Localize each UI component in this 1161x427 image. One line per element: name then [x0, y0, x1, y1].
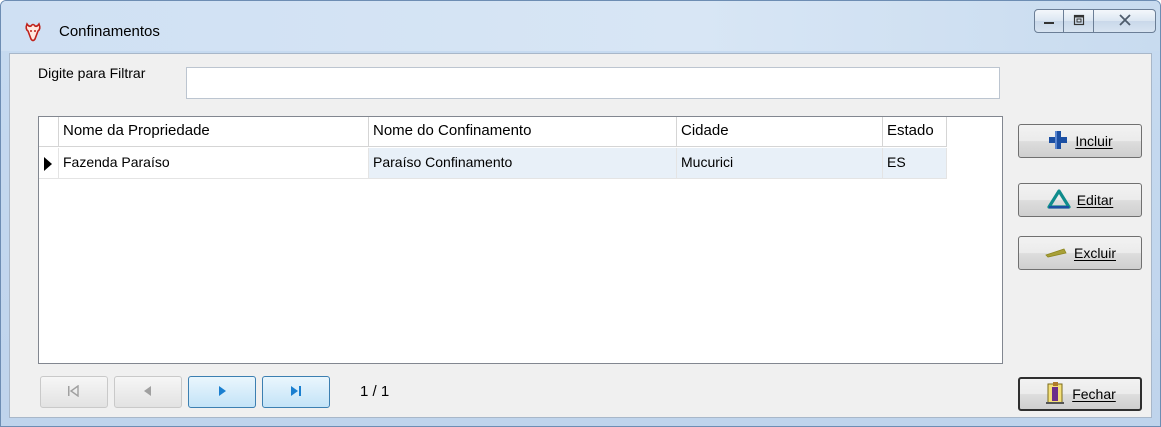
- grid-header: Nome da Propriedade Nome do Confinamento…: [39, 117, 947, 147]
- editar-label: Editar: [1076, 192, 1114, 208]
- filter-input[interactable]: [186, 67, 1000, 99]
- last-record-icon: [288, 385, 304, 400]
- plus-icon: [1047, 129, 1069, 154]
- confinamentos-grid[interactable]: Nome da Propriedade Nome do Confinamento…: [38, 116, 1003, 364]
- incluir-button[interactable]: Incluir: [1018, 124, 1142, 158]
- cell-estado[interactable]: ES: [883, 148, 947, 179]
- minimize-icon: [1043, 13, 1055, 29]
- maximize-button[interactable]: [1064, 9, 1094, 33]
- cell-confinamento[interactable]: Paraíso Confinamento: [369, 148, 677, 179]
- current-row-arrow-icon: [44, 157, 52, 171]
- fechar-button[interactable]: Fechar: [1018, 377, 1142, 411]
- triangle-edit-icon: [1047, 188, 1071, 212]
- title-bar[interactable]: Confinamentos: [1, 1, 1160, 51]
- confinamentos-window: Confinamentos Digite para Filtrar Nome d…: [0, 0, 1161, 427]
- column-header[interactable]: Cidade: [677, 117, 883, 147]
- window-title: Confinamentos: [59, 23, 160, 40]
- incluir-label: Incluir: [1075, 133, 1113, 149]
- prior-record-icon: [140, 385, 156, 400]
- header-indicator: [39, 117, 59, 147]
- close-icon: [1118, 13, 1132, 30]
- cell-cidade[interactable]: Mucurici: [677, 148, 883, 179]
- client-area: Digite para Filtrar Nome da Propriedade …: [9, 53, 1152, 418]
- close-button[interactable]: [1094, 9, 1156, 33]
- next-record-button[interactable]: [188, 376, 256, 408]
- excluir-button[interactable]: Excluir: [1018, 236, 1142, 270]
- table-row[interactable]: Fazenda Paraíso Paraíso Confinamento Muc…: [39, 148, 947, 179]
- fechar-label: Fechar: [1072, 386, 1116, 402]
- first-record-icon: [66, 384, 82, 400]
- cell-propriedade[interactable]: Fazenda Paraíso: [59, 148, 369, 179]
- editar-button[interactable]: Editar: [1018, 183, 1142, 217]
- page-info: 1 / 1: [360, 383, 390, 400]
- filter-label: Digite para Filtrar: [38, 65, 146, 81]
- column-header[interactable]: Nome da Propriedade: [59, 117, 369, 147]
- minimize-button[interactable]: [1034, 9, 1064, 33]
- prior-record-button[interactable]: [114, 376, 182, 408]
- column-header[interactable]: Nome do Confinamento: [369, 117, 677, 147]
- app-icon: [23, 21, 43, 43]
- exit-door-icon: [1044, 381, 1066, 408]
- excluir-label: Excluir: [1073, 245, 1116, 261]
- column-header[interactable]: Estado: [883, 117, 947, 147]
- next-record-icon: [214, 385, 230, 400]
- maximize-icon: [1073, 13, 1085, 29]
- record-navigator: [40, 376, 330, 408]
- first-record-button[interactable]: [40, 376, 108, 408]
- row-indicator: [39, 148, 59, 179]
- minus-icon: [1044, 245, 1068, 262]
- caption-buttons: [1034, 9, 1156, 35]
- last-record-button[interactable]: [262, 376, 330, 408]
